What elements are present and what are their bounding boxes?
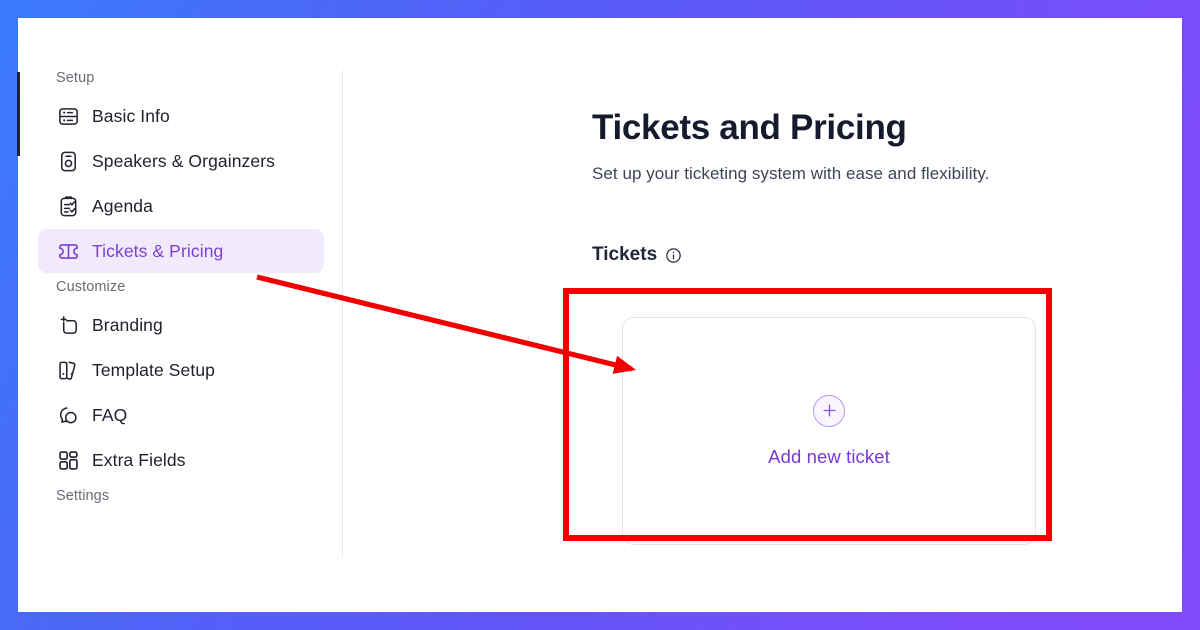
branding-icon <box>56 313 80 337</box>
sidebar-item-label: FAQ <box>92 404 128 425</box>
add-new-ticket-label: Add new ticket <box>768 445 890 467</box>
app-window: Setup Basic Info Speakers & Orgainzers A… <box>18 18 1182 612</box>
tickets-section-heading: Tickets <box>592 244 1172 266</box>
add-new-ticket-card[interactable]: Add new ticket <box>622 317 1036 545</box>
faq-chat-icon <box>56 403 80 427</box>
sidebar-item-faq[interactable]: FAQ <box>38 393 324 437</box>
plus-circle-icon[interactable] <box>813 394 845 427</box>
sidebar-group-label-customize: Customize <box>56 279 126 295</box>
sidebar-item-extra-fields[interactable]: Extra Fields <box>38 438 324 482</box>
info-circle-icon[interactable] <box>665 247 682 264</box>
gradient-frame: Setup Basic Info Speakers & Orgainzers A… <box>0 0 1200 630</box>
basic-info-icon <box>56 104 80 128</box>
sidebar-item-label: Template Setup <box>92 359 216 380</box>
viewport-edge-marker <box>17 72 20 156</box>
sidebar-item-label: Extra Fields <box>92 449 186 470</box>
sidebar-item-speakers-organizers[interactable]: Speakers & Orgainzers <box>38 139 324 183</box>
sidebar-item-label: Branding <box>92 314 163 335</box>
sidebar-item-basic-info[interactable]: Basic Info <box>38 94 324 138</box>
sidebar-item-label: Speakers & Orgainzers <box>92 150 276 171</box>
sidebar-item-label: Agenda <box>92 195 153 216</box>
sidebar-item-template-setup[interactable]: Template Setup <box>38 348 324 392</box>
page-title: Tickets and Pricing <box>592 108 907 147</box>
main-content: Tickets and Pricing Set up your ticketin… <box>592 70 1172 266</box>
sidebar-item-agenda[interactable]: Agenda <box>38 184 324 228</box>
extra-fields-grid-icon <box>56 448 80 472</box>
sidebar-divider <box>342 70 343 558</box>
speakers-icon <box>56 149 80 173</box>
sidebar-group-label-settings: Settings <box>56 488 110 504</box>
tickets-section-label: Tickets <box>592 244 658 265</box>
page-subtitle: Set up your ticketing system with ease a… <box>592 164 990 183</box>
sidebar-item-tickets-pricing[interactable]: Tickets & Pricing <box>38 229 324 273</box>
sidebar-item-label: Tickets & Pricing <box>92 240 224 261</box>
sidebar-item-label: Basic Info <box>92 105 170 126</box>
sidebar-group-label-setup: Setup <box>56 70 95 86</box>
sidebar-nav: Setup Basic Info Speakers & Orgainzers A… <box>18 70 342 560</box>
agenda-clipboard-icon <box>56 194 80 218</box>
sidebar-item-branding[interactable]: Branding <box>38 303 324 347</box>
template-setup-icon <box>56 358 80 382</box>
ticket-icon <box>56 239 80 263</box>
